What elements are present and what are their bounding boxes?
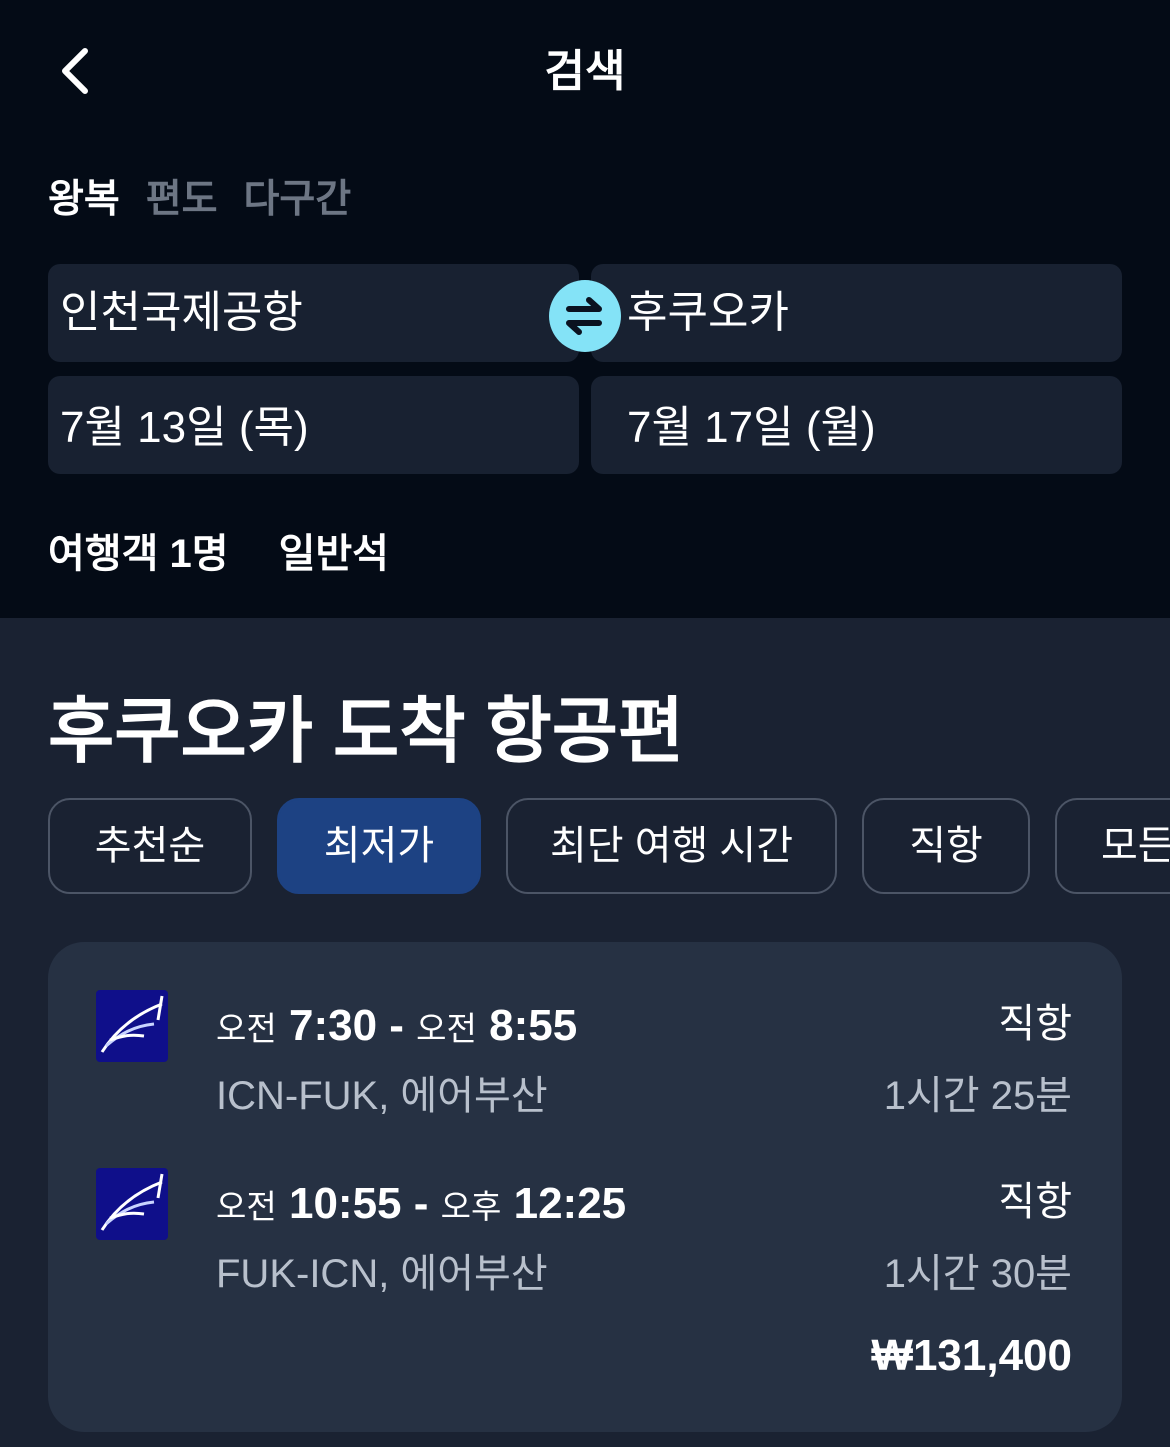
leg-2-route: FUK-ICN, 에어부산 <box>216 1252 548 1296</box>
travelers-selector[interactable]: 여행객 1명 <box>48 526 229 582</box>
chip-fastest[interactable]: 최단 여행 시간 <box>506 798 837 894</box>
leg-2-stops: 직항 <box>998 1180 1072 1224</box>
airline-logo <box>96 990 168 1062</box>
destination-field[interactable]: 후쿠오카 <box>591 264 1122 362</box>
flight-result-card[interactable]: 오전 7:30 - 오전 8:55 ICN-FUK, 에어부산 직항 1시간 2… <box>48 942 1122 1432</box>
time-separator: - <box>389 1001 417 1050</box>
page-title: 검색 <box>544 47 626 96</box>
leg-2-duration: 1시간 30분 <box>883 1252 1072 1296</box>
results-title: 후쿠오카 도착 항공편 <box>48 692 685 772</box>
leg-1-times: 오전 7:30 - 오전 8:55 <box>216 998 577 1057</box>
traveler-options: 여행객 1명 일반석 <box>48 526 389 582</box>
sort-chips: 추천순 최저가 최단 여행 시간 직항 모든 <box>48 798 1170 894</box>
leg-1-route: ICN-FUK, 에어부산 <box>216 1074 548 1118</box>
flight-price: ₩131,400 <box>871 1331 1072 1380</box>
tab-multi-city[interactable]: 다구간 <box>244 172 352 228</box>
swap-arrows-icon <box>566 297 602 335</box>
search-panel: 검색 왕복 편도 다구간 인천국제공항 후쿠오카 7월 13일 (목) 7월 1… <box>0 0 1170 618</box>
airline-logo <box>96 1168 168 1240</box>
leg-2-arr-period: 오후 <box>440 1188 502 1225</box>
leg-1-duration: 1시간 25분 <box>883 1074 1072 1118</box>
return-date-value: 7월 17일 (월) <box>627 403 876 452</box>
trip-type-tabs: 왕복 편도 다구간 <box>48 172 351 228</box>
leg-2-dep-period: 오전 <box>216 1188 277 1225</box>
leg-2-dep-time: 10:55 <box>288 1179 402 1228</box>
origin-value: 인천국제공항 <box>60 288 303 337</box>
leg-1-dep-time: 7:30 <box>288 1001 378 1050</box>
leg-1-dep-period: 오전 <box>216 1010 277 1047</box>
swap-button[interactable] <box>549 280 621 352</box>
chip-direct[interactable]: 직항 <box>862 798 1030 894</box>
chip-all[interactable]: 모든 <box>1055 798 1170 894</box>
leg-2-times: 오전 10:55 - 오후 12:25 <box>216 1176 626 1235</box>
chip-cheapest[interactable]: 최저가 <box>277 798 481 894</box>
leg-1-stops: 직항 <box>998 1002 1072 1046</box>
leg-1-arr-period: 오전 <box>416 1010 477 1047</box>
tab-one-way[interactable]: 편도 <box>146 172 218 228</box>
destination-value: 후쿠오카 <box>627 288 789 337</box>
cabin-selector[interactable]: 일반석 <box>279 526 389 582</box>
origin-field[interactable]: 인천국제공항 <box>48 264 579 362</box>
return-date-field[interactable]: 7월 17일 (월) <box>591 376 1122 474</box>
leg-2-arr-time: 12:25 <box>513 1179 627 1228</box>
leg-1-arr-time: 8:55 <box>489 1001 578 1050</box>
time-separator: - <box>413 1179 441 1228</box>
depart-date-value: 7월 13일 (목) <box>60 403 309 452</box>
chip-recommended[interactable]: 추천순 <box>48 798 252 894</box>
tab-round-trip[interactable]: 왕복 <box>48 172 120 228</box>
depart-date-field[interactable]: 7월 13일 (목) <box>48 376 579 474</box>
